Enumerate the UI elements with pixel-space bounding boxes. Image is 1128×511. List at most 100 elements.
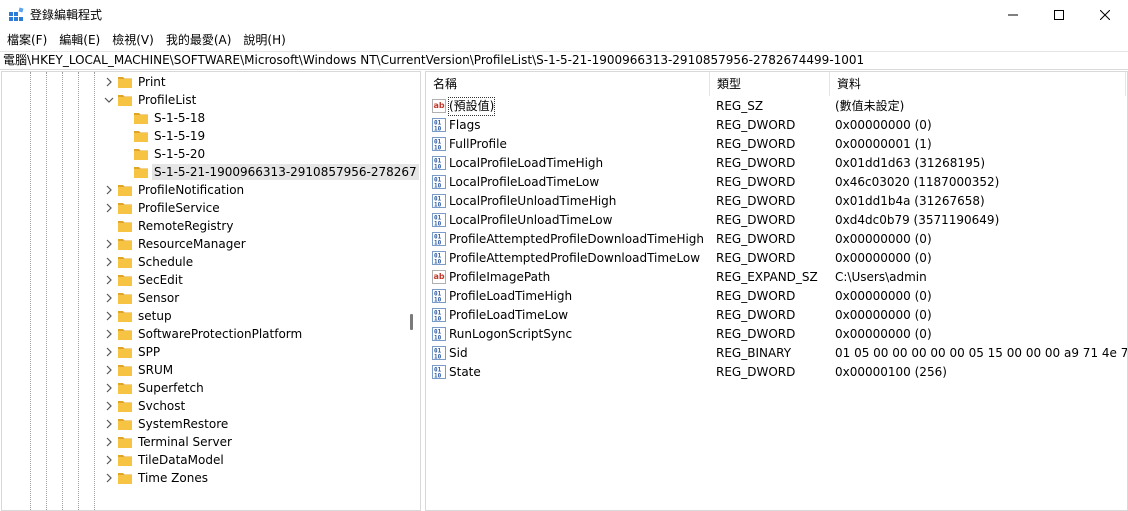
folder-icon [118,401,132,412]
column-header-name[interactable]: 名稱 [426,72,710,96]
chevron-right-icon[interactable] [104,328,114,340]
menu-help[interactable]: 說明(H) [237,31,291,49]
chevron-right-icon[interactable] [104,382,114,394]
menu-file[interactable]: 檔案(F) [1,31,53,49]
tree-item[interactable]: Schedule [2,253,404,271]
chevron-right-icon[interactable] [104,472,114,484]
folder-icon [118,329,132,340]
tree-item[interactable]: ResourceManager [2,235,404,253]
value-row[interactable]: 01 10 ProfileAttemptedProfileDownloadTimeH… [426,230,1126,249]
value-data: 0x01dd1b4a (31267658) [835,194,985,208]
value-row[interactable]: 01 10 LocalProfileLoadTimeHigh REG_DWORD 0x0… [426,154,1126,173]
tree-item[interactable]: S-1-5-19 [2,127,404,145]
tree-item[interactable]: ProfileService [2,199,404,217]
folder-icon [118,185,132,196]
values-list[interactable]: 名稱 類型 資料 ab (預設值) REG_SZ (數值未設定) 01 10 Flags RE… [425,71,1128,511]
chevron-right-icon[interactable] [104,238,114,250]
tree-item-label: SoftwareProtectionPlatform [138,327,303,341]
tree-item-label: TileDataModel [138,453,224,467]
tree-item[interactable]: ProfileNotification [2,181,404,199]
tree-item[interactable]: Print [2,73,404,91]
tree-item[interactable]: S-1-5-18 [2,109,404,127]
column-header-type[interactable]: 類型 [710,72,830,96]
tree-item-label: ProfileService [138,201,220,215]
tree-item[interactable]: SoftwareProtectionPlatform [2,325,404,343]
tree-item-label: RemoteRegistry [138,219,234,233]
value-row[interactable]: 01 10 LocalProfileUnloadTimeLow REG_DWORD 0x… [426,211,1126,230]
maximize-button[interactable] [1036,0,1082,30]
chevron-right-icon[interactable] [104,292,114,304]
folder-icon [134,149,148,160]
column-header-data[interactable]: 資料 [830,72,1126,96]
value-data: 0x00000000 (0) [835,118,932,132]
tree-item[interactable]: S-1-5-20 [2,145,404,163]
tree-item[interactable]: Svchost [2,397,404,415]
tree-item[interactable]: setup [2,307,404,325]
value-row[interactable]: 01 10 FullProfile REG_DWORD 0x00000001 (1) [426,135,1126,154]
menu-favorites[interactable]: 我的最愛(A) [160,31,238,49]
value-name: ProfileLoadTimeHigh [449,289,573,303]
tree-item[interactable]: SecEdit [2,271,404,289]
value-name: State [449,365,481,379]
minimize-button[interactable] [990,0,1036,30]
tree-item[interactable]: SRUM [2,361,404,379]
tree-item[interactable]: Terminal Server [2,433,404,451]
chevron-right-icon[interactable] [104,202,114,214]
value-data: (數值未設定) [835,99,905,113]
value-row[interactable]: 01 10 RunLogonScriptSync REG_DWORD 0x0000000… [426,325,1126,344]
address-bar[interactable]: 電腦\HKEY_LOCAL_MACHINE\SOFTWARE\Microsoft… [0,51,1128,70]
binary-value-icon: 0110 [432,308,446,322]
value-row[interactable]: ab (預設值) REG_SZ (數值未設定) [426,97,1126,116]
value-data: 0x00000000 (0) [835,251,932,265]
chevron-right-icon[interactable] [104,310,114,322]
tree-item-label: S-1-5-20 [154,147,206,161]
value-row[interactable]: 01 10 Flags REG_DWORD 0x00000000 (0) [426,116,1126,135]
binary-value-icon: 0110 [432,365,446,379]
tree-item[interactable]: SystemRestore [2,415,404,433]
tree-item[interactable]: SPP [2,343,404,361]
menu-edit[interactable]: 編輯(E) [53,31,106,49]
menu-view[interactable]: 檢視(V) [106,31,160,49]
tree-item[interactable]: Sensor [2,289,404,307]
value-row[interactable]: ab ProfileImagePath REG_EXPAND_SZ C:\Users\… [426,268,1126,287]
svg-text:10: 10 [434,259,442,266]
chevron-right-icon[interactable] [104,76,114,88]
value-row[interactable]: 01 10 Sid REG_BINARY 01 05 00 00 00 00 00 05… [426,344,1127,363]
chevron-right-icon[interactable] [104,184,114,196]
value-row[interactable]: 01 10 ProfileLoadTimeLow REG_DWORD 0x0000000… [426,306,1126,325]
tree-scrollbar-thumb[interactable] [410,314,413,330]
chevron-right-icon[interactable] [104,436,114,448]
tree-item[interactable]: RemoteRegistry [2,217,404,235]
tree-item[interactable]: Time Zones [2,469,404,487]
chevron-right-icon[interactable] [104,400,114,412]
key-tree[interactable]: Print ProfileList S-1-5-18 S-1-5-19 S-1-5-20… [1,71,421,511]
value-row[interactable]: 01 10 ProfileLoadTimeHigh REG_DWORD 0x000000… [426,287,1126,306]
chevron-right-icon[interactable] [104,418,114,430]
svg-text:10: 10 [434,145,442,152]
value-row[interactable]: 01 10 State REG_DWORD 0x00000100 (256) [426,363,1126,382]
tree-item-selected[interactable]: S-1-5-21-1900966313-2910857956-278267 [2,163,419,181]
tree-item-label: Time Zones [138,471,208,485]
value-name: LocalProfileLoadTimeLow [449,175,600,189]
close-button[interactable] [1082,0,1128,30]
chevron-right-icon[interactable] [104,346,114,358]
chevron-right-icon[interactable] [104,256,114,268]
tree-item[interactable]: ProfileList [2,91,404,109]
binary-value-icon: 0110 [432,289,446,303]
svg-text:10: 10 [434,183,442,190]
value-row[interactable]: 01 10 LocalProfileUnloadTimeHigh REG_DWORD 0… [426,192,1126,211]
value-row[interactable]: 01 10 LocalProfileLoadTimeLow REG_DWORD 0x46… [426,173,1126,192]
value-data: 0x46c03020 (1187000352) [835,175,1000,189]
chevron-right-icon[interactable] [104,274,114,286]
chevron-right-icon[interactable] [104,364,114,376]
tree-item[interactable]: Superfetch [2,379,404,397]
tree-item-label: SRUM [138,363,174,377]
value-data: C:\Users\admin [835,270,927,284]
value-row[interactable]: 01 10 ProfileAttemptedProfileDownloadTimeL… [426,249,1126,268]
tree-item[interactable]: TileDataModel [2,451,404,469]
folder-icon [118,77,132,88]
chevron-right-icon[interactable] [104,454,114,466]
svg-text:10: 10 [434,164,442,171]
chevron-down-icon[interactable] [104,94,114,106]
svg-text:10: 10 [434,297,442,304]
